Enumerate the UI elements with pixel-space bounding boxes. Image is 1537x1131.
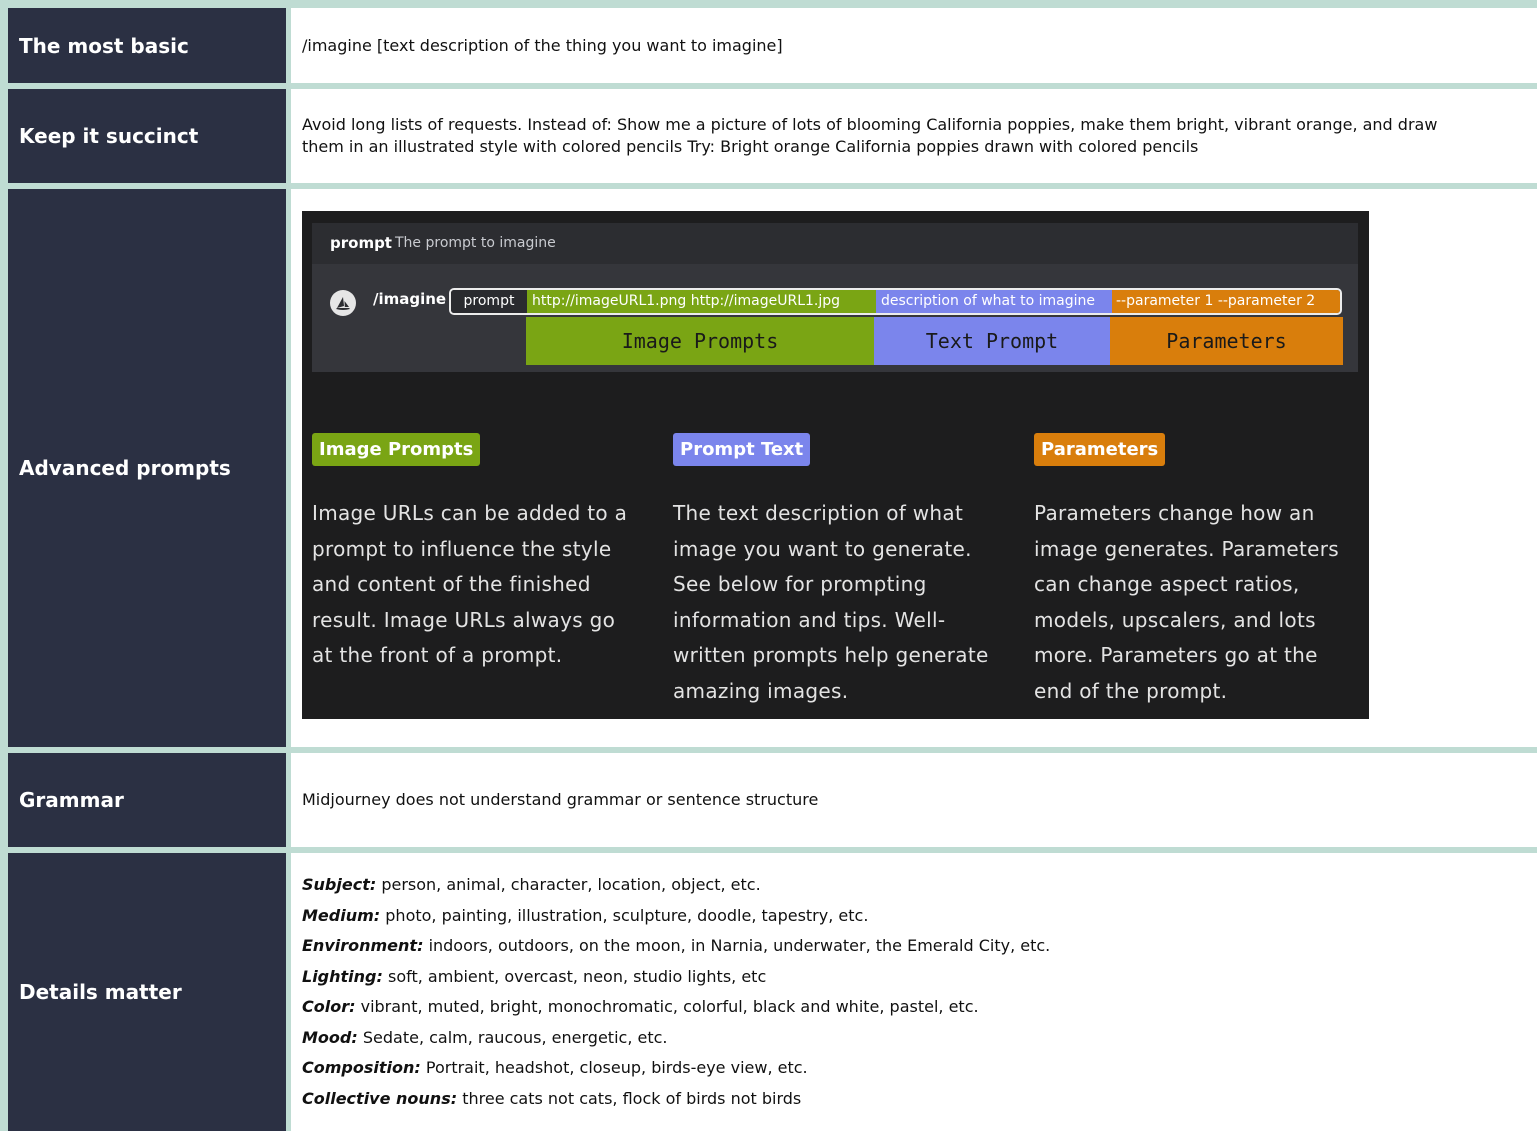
detail-value: photo, painting, illustration, sculpture… [385,905,869,925]
detail-value: vibrant, muted, bright, monochromatic, c… [360,997,979,1016]
prompt-header: prompt The prompt to imagine [312,223,1358,264]
prompt-text-badge: Prompt Text [673,433,811,466]
detail-key: Color: [302,997,356,1016]
prompt-option-desc: The prompt to imagine [395,235,556,251]
image-prompts-badge: Image Prompts [312,433,481,466]
grammar-text: Midjourney does not understand grammar o… [302,790,819,809]
row-content: Midjourney does not understand grammar o… [291,753,1537,847]
detail-item: Environment: indoors, outdoors, on the m… [302,931,1050,962]
row-content: Avoid long lists of requests. Instead of… [291,89,1537,183]
detail-item: Mood: Sedate, calm, raucous, energetic, … [302,1023,667,1054]
detail-value: Sedate, calm, raucous, energetic, etc. [362,1027,668,1047]
row-label: The most basic [8,8,286,83]
prompt-text-text: The text description of what image you w… [673,501,989,703]
detail-item: Lighting: soft, ambient, overcast, neon,… [302,962,766,993]
imagine-command: /imagine [373,290,447,308]
detail-value: Portrait, headshot, closeup, birds-eye v… [425,1058,808,1077]
detail-key: Environment: [302,936,424,955]
detail-value: three cats not cats, flock of birds not … [462,1088,802,1108]
table-row: Details matter Subject: person, animal, … [0,853,1537,1131]
command-input-box: prompt http://imageURL1.png http://image… [449,288,1342,315]
detail-item: Color: vibrant, muted, bright, monochrom… [302,992,979,1023]
basic-text: /imagine [text description of the thing … [302,35,783,55]
prompt-option-name: prompt [330,234,392,252]
parameters-text: Parameters change how an image generates… [1034,501,1339,703]
image-prompts-bar: Image Prompts [526,317,874,365]
table-row: The most basic /imagine [text descriptio… [0,8,1537,83]
detail-item: Composition: Portrait, headshot, closeup… [302,1053,808,1084]
table-row: Keep it succinct Avoid long lists of req… [0,89,1537,183]
description-segment: description of what to imagine [876,290,1112,313]
parameters-bar: Parameters [1110,317,1343,365]
image-prompts-text: Image URLs can be added to a prompt to i… [312,501,628,667]
row-label: Keep it succinct [8,89,286,183]
bot-icon [330,290,356,316]
detail-item: Medium: photo, painting, illustration, s… [302,901,868,932]
detail-key: Mood: [302,1027,358,1047]
text-prompt-bar: Text Prompt [874,317,1110,365]
detail-key: Medium: [302,905,381,925]
image-url-segment: http://imageURL1.png http://imageURL1.jp… [527,290,876,313]
image-prompts-column: Image Prompts Image URLs can be added to… [312,433,632,674]
parameters-column: Parameters Parameters change how an imag… [1034,433,1354,709]
detail-value: soft, ambient, overcast, neon, studio li… [388,966,767,986]
detail-item: Collective nouns: three cats not cats, f… [302,1084,801,1115]
row-label: Grammar [8,753,286,847]
detail-key: Composition: [302,1058,421,1077]
prompt-tag: prompt [451,290,527,313]
detail-value: person, animal, character, location, obj… [381,875,761,894]
detail-value: indoors, outdoors, on the moon, in Narni… [428,936,1051,955]
detail-key: Collective nouns: [302,1088,458,1108]
detail-item: Subject: person, animal, character, loca… [302,870,761,901]
parameters-badge: Parameters [1034,433,1166,466]
discord-command-preview: prompt The prompt to imagine /imagine pr… [312,223,1358,372]
advanced-prompts-illustration: prompt The prompt to imagine /imagine pr… [302,211,1369,719]
detail-key: Lighting: [302,966,383,986]
row-content: /imagine [text description of the thing … [291,8,1537,83]
succinct-text: Avoid long lists of requests. Instead of… [302,115,1438,156]
details-list: Subject: person, animal, character, loca… [291,853,1537,1131]
prompt-text-column: Prompt Text The text description of what… [673,433,993,709]
row-label: Advanced prompts [8,189,286,747]
table-row: Grammar Midjourney does not understand g… [0,753,1537,847]
parameters-segment: --parameter 1 --parameter 2 [1112,290,1340,313]
row-label: Details matter [8,853,286,1131]
detail-key: Subject: [302,875,377,894]
